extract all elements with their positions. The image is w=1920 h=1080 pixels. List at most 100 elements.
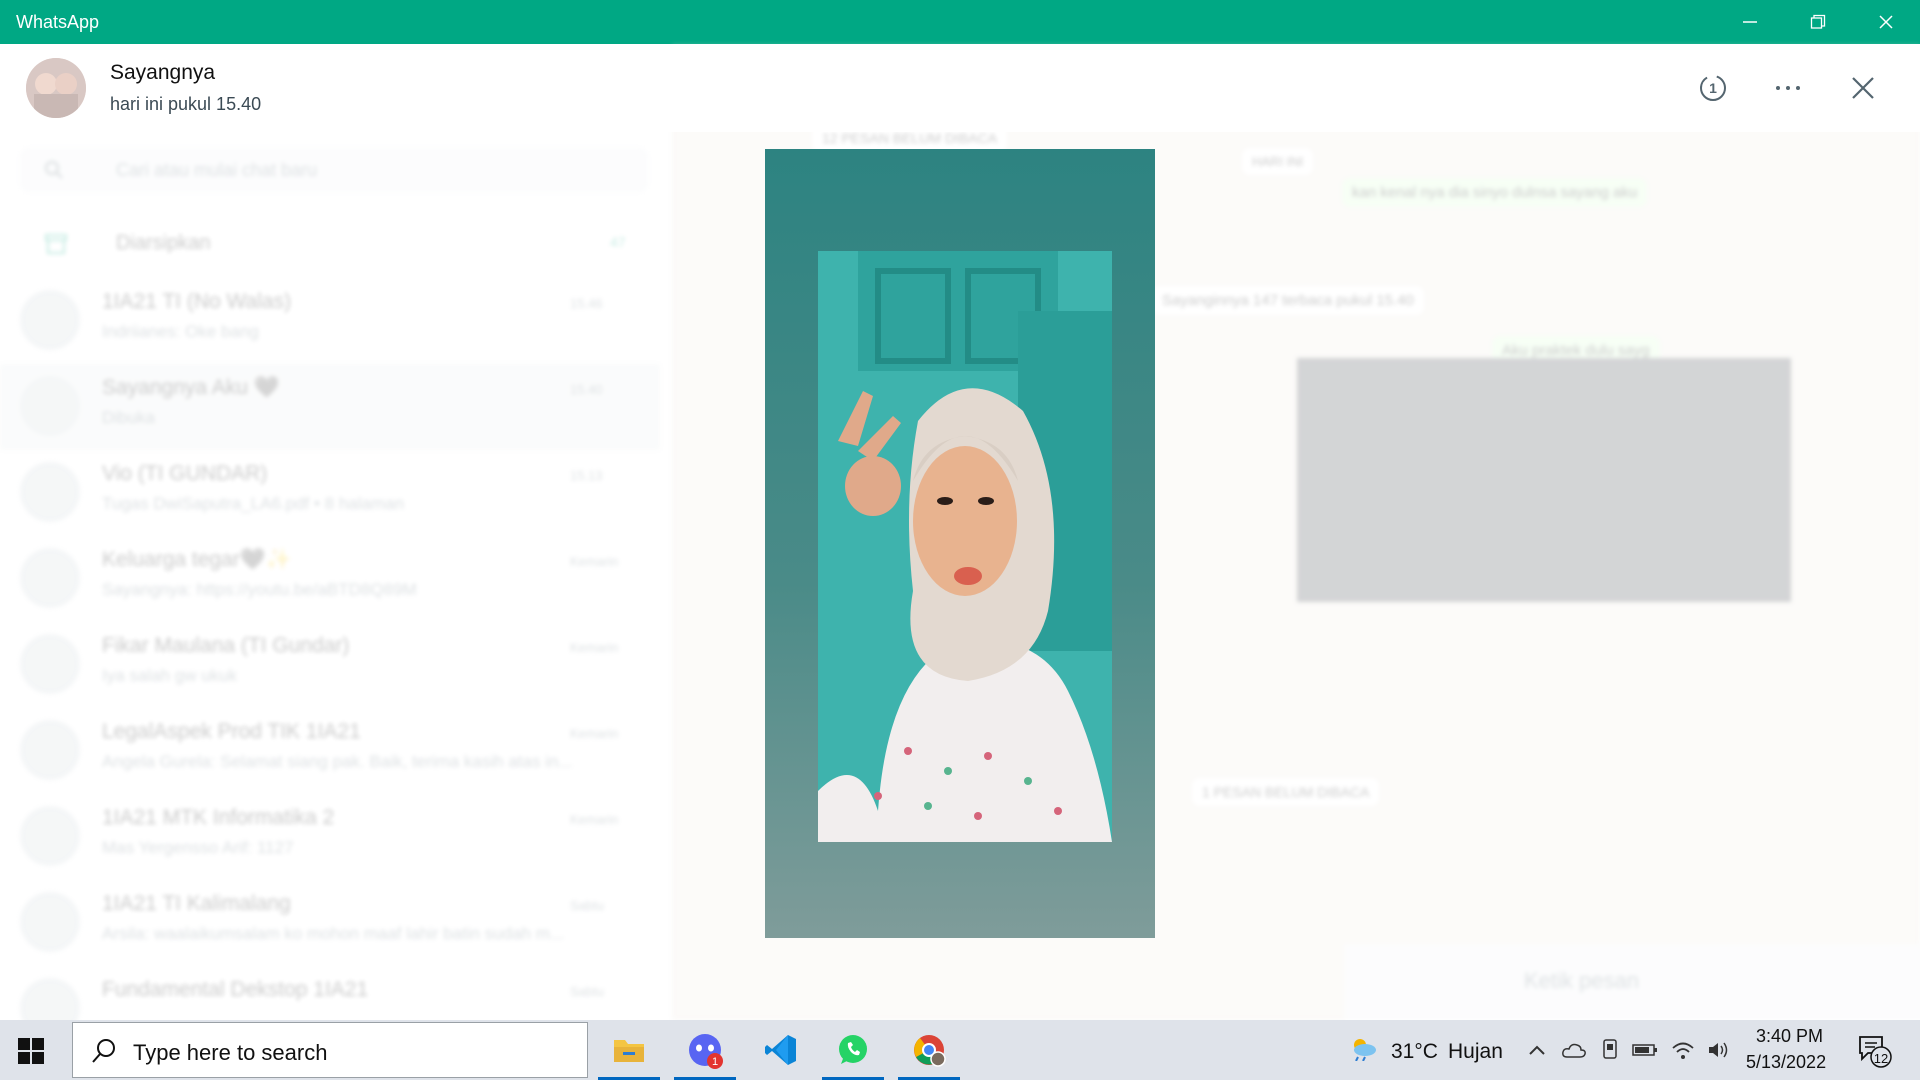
chat-time: Kemarin	[570, 554, 619, 569]
chat-time: Kemarin	[570, 640, 619, 655]
chat-time: 15.13	[570, 468, 603, 483]
windows-icon	[18, 1038, 44, 1064]
day-label: HARI INI	[1242, 148, 1314, 175]
chat-preview: Indriianes: Oke bang	[102, 322, 259, 341]
avatar	[20, 462, 80, 522]
chat-list-item[interactable]: Keluarga tegar🖤✨ Sayangnya: https://yout…	[0, 536, 660, 622]
start-button[interactable]	[18, 1038, 44, 1064]
chat-preview: Dibuka	[102, 408, 155, 427]
chat-time: Kemarin	[570, 812, 619, 827]
restore-icon	[1810, 14, 1826, 29]
close-viewer-button[interactable]	[1843, 68, 1883, 108]
chat-name: Vio (TI GUNDAR)	[102, 462, 268, 485]
chevron-up-icon	[1529, 1045, 1545, 1055]
search-placeholder: Cari atau mulai chat baru	[116, 160, 318, 180]
archived-count: 47	[610, 234, 626, 250]
chat-name: LegalAspek Prod TIK 1IA21	[102, 720, 361, 743]
minimize-icon	[1743, 21, 1757, 23]
media-preview[interactable]	[765, 149, 1155, 938]
image-message[interactable]	[1297, 358, 1791, 602]
show-hidden-icons-button[interactable]	[1524, 1038, 1550, 1062]
avatar-image	[26, 58, 86, 118]
view-once-icon: 1	[1700, 75, 1726, 101]
chat-list-item[interactable]: LegalAspek Prod TIK 1IA21 Angela Gurela:…	[0, 708, 660, 794]
close-icon	[1879, 15, 1893, 29]
taskbar-chrome[interactable]	[898, 1024, 960, 1080]
chat-search-input[interactable]: Cari atau mulai chat baru	[20, 148, 648, 192]
chat-list-item[interactable]: 1IA21 TI (No Walas) Indriianes: Oke bang…	[0, 278, 660, 364]
discord-icon: 1	[689, 1034, 723, 1069]
chat-name: Sayangnya Aku 🖤	[102, 376, 280, 399]
archived-label: Diarsipkan	[116, 232, 211, 254]
avatar	[20, 892, 80, 952]
selfie-image	[818, 251, 1112, 842]
weather-condition: Hujan	[1448, 1040, 1503, 1063]
unread-banner: 1 PESAN BELUM DIBACA	[1192, 778, 1380, 806]
avatar	[20, 720, 80, 780]
chat-list-item[interactable]: Fikar Maulana (TI Gundar) Iya salah gw u…	[0, 622, 660, 708]
taskbar-vscode[interactable]	[750, 1024, 812, 1076]
volume-icon[interactable]	[1706, 1038, 1732, 1062]
wifi-icon[interactable]	[1670, 1038, 1696, 1062]
notification-center-button[interactable]: 12	[1856, 1034, 1900, 1070]
svg-text:1: 1	[1709, 80, 1717, 96]
chat-name: Fundamental Dekstop 1IA21	[102, 978, 369, 1001]
minimize-button[interactable]	[1716, 0, 1784, 44]
chat-list-item[interactable]: 1IA21 MTK Informatika 2 Mas Yergensso Ar…	[0, 794, 660, 880]
chat-name: 1IA21 TI (No Walas)	[102, 290, 292, 313]
chat-time: Sabtu	[570, 984, 604, 999]
message-composer[interactable]: Ketik pesan	[1344, 944, 1920, 1020]
vscode-icon	[765, 1035, 796, 1065]
chat-name: Fikar Maulana (TI Gundar)	[102, 634, 350, 657]
message-bubble: kan kenal nya dia sinyo dulnsa sayang ak…	[1342, 178, 1648, 207]
window-title: WhatsApp	[16, 11, 100, 32]
chat-list-item[interactable]: 1IA21 TI Kalimalang Arsila: waalaikumsal…	[0, 880, 660, 966]
archive-icon	[45, 234, 67, 254]
search-icon	[45, 161, 63, 179]
taskbar-discord[interactable]: 1	[674, 1024, 736, 1080]
contact-name: Sayangnya	[110, 61, 216, 84]
avatar	[20, 290, 80, 350]
discord-badge: 1	[712, 1056, 718, 1068]
taskbar-search-placeholder: Type here to search	[133, 1040, 328, 1065]
avatar	[20, 806, 80, 866]
chat-list-item[interactable]: Sayangnya Aku 🖤 Dibuka 15.40	[0, 364, 660, 450]
close-window-button[interactable]	[1852, 0, 1920, 44]
composer-placeholder: Ketik pesan	[1524, 968, 1639, 993]
restore-button[interactable]	[1784, 0, 1852, 44]
clock-time: 3:40 PM	[1756, 1026, 1824, 1046]
taskbar-file-explorer[interactable]	[598, 1024, 660, 1080]
device-icon[interactable]	[1597, 1038, 1623, 1062]
media-viewer-header: Sayangnya hari ini pukul 15.40 1	[0, 44, 1920, 132]
chat-time: 15.40	[570, 382, 603, 397]
chat-time: 15.46	[570, 296, 603, 311]
view-once-button[interactable]: 1	[1693, 68, 1733, 108]
taskbar-search-input[interactable]: Type here to search	[72, 1022, 588, 1078]
chat-name: 1IA21 MTK Informatika 2	[102, 806, 335, 829]
whatsapp-icon	[839, 1035, 867, 1064]
chat-name: Keluarga tegar🖤✨	[102, 548, 293, 571]
weather-icon[interactable]	[1348, 1036, 1378, 1061]
more-options-button[interactable]	[1768, 68, 1808, 108]
chat-list-item[interactable]: Vio (TI GUNDAR) Tugas DwiSaputra_LA6.pdf…	[0, 450, 660, 536]
chat-preview: Iya salah gw ukuk	[102, 666, 238, 685]
chat-name: 1IA21 TI Kalimalang	[102, 892, 291, 915]
battery-icon[interactable]	[1632, 1038, 1658, 1062]
folder-icon	[614, 1040, 644, 1062]
chat-preview: Sayangnya: https://youtu.be/aBTD8Q89M	[102, 580, 417, 599]
chat-preview: Tugas DwiSaputra_LA6.pdf • 8 halaman	[102, 494, 405, 513]
title-bar: WhatsApp	[0, 0, 1920, 44]
archived-chats[interactable]: Diarsipkan 47	[0, 214, 660, 274]
taskbar-whatsapp[interactable]	[822, 1024, 884, 1080]
clock-date: 5/13/2022	[1746, 1052, 1827, 1072]
weather-temp: 31°C	[1391, 1040, 1438, 1063]
chat-preview: Mas Yergensso Arif: 1127	[102, 838, 294, 857]
onedrive-icon[interactable]	[1561, 1038, 1587, 1062]
close-icon	[1852, 77, 1874, 99]
chat-preview: Angela Gurela: Selamat siang pak. Baik, …	[102, 752, 573, 771]
contact-avatar[interactable]	[26, 58, 86, 118]
chat-time: Sabtu	[570, 898, 604, 913]
windows-taskbar: Type here to search 1 31°C Hujan 3:40 PM…	[0, 1020, 1920, 1080]
avatar	[20, 634, 80, 694]
message-bubble: Sayanginnya 147 terbaca pukul 15.40	[1152, 286, 1424, 315]
